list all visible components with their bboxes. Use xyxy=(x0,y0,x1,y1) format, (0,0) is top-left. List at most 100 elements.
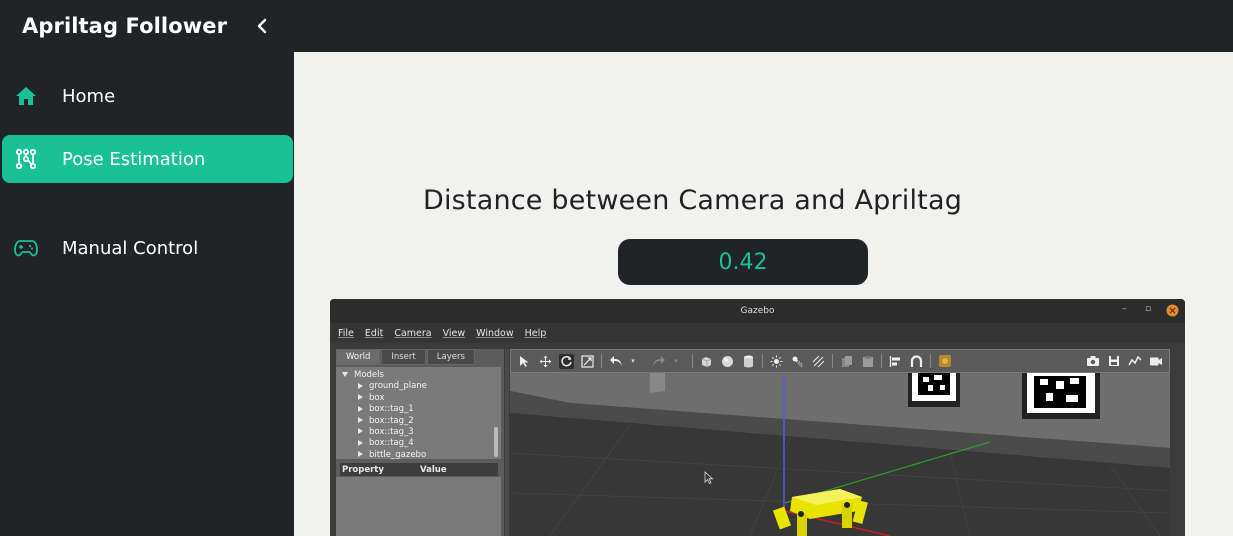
spot-light-icon[interactable] xyxy=(790,354,805,369)
toolbar-separator xyxy=(692,354,693,368)
undo-icon[interactable] xyxy=(608,354,623,369)
sidebar-header: Apriltag Follower xyxy=(0,0,294,52)
tree-item[interactable]: box xyxy=(342,393,501,404)
tree-item-label: box::tag_4 xyxy=(369,438,414,449)
maximize-icon: ▫ xyxy=(1145,304,1152,314)
top-bar xyxy=(294,0,1233,52)
gazebo-toolbar: ▾ ▾ xyxy=(510,349,1170,373)
sidebar: Apriltag Follower Home Pose Estimation M… xyxy=(0,0,294,536)
collapse-arrow-icon xyxy=(358,451,363,458)
sidebar-item-pose-estimation[interactable]: Pose Estimation xyxy=(2,135,293,183)
tab-layers[interactable]: Layers xyxy=(426,349,475,365)
collapse-arrow-icon xyxy=(358,405,363,412)
app-title: Apriltag Follower xyxy=(22,14,228,38)
sphere-shape-icon[interactable] xyxy=(720,354,735,369)
tree-item[interactable]: ground_plane xyxy=(342,381,501,392)
box-shape-icon[interactable] xyxy=(699,354,714,369)
tree-item-label: box::tag_1 xyxy=(369,404,414,415)
box-model xyxy=(650,373,665,393)
paste-icon[interactable] xyxy=(860,354,875,369)
tree-item[interactable]: box::tag_3 xyxy=(342,427,501,438)
menu-edit[interactable]: Edit xyxy=(365,328,383,339)
gazebo-window: Gazebo – ▫ File Edit Camera View Window … xyxy=(330,299,1185,536)
collapse-arrow-icon xyxy=(358,439,363,446)
toolbar-separator xyxy=(601,354,602,368)
collapse-sidebar-button[interactable] xyxy=(252,14,272,38)
gazebo-menubar: File Edit Camera View Window Help xyxy=(330,323,1185,343)
point-light-icon[interactable] xyxy=(769,354,784,369)
select-tool-icon[interactable] xyxy=(517,354,532,369)
collapse-arrow-icon xyxy=(358,417,363,424)
menu-file[interactable]: File xyxy=(338,328,354,339)
redo-dropdown-icon[interactable]: ▾ xyxy=(672,354,680,369)
tree-item-label: box::tag_3 xyxy=(369,426,414,437)
copy-icon[interactable] xyxy=(839,354,854,369)
tree-item[interactable]: box::tag_4 xyxy=(342,438,501,449)
tree-item-label: box::tag_2 xyxy=(369,415,414,426)
menu-window[interactable]: Window xyxy=(476,328,513,339)
model-tree: Models ground_plane box box::tag_1 box::… xyxy=(336,367,501,461)
collapse-arrow-icon xyxy=(358,394,363,401)
undo-dropdown-icon[interactable]: ▾ xyxy=(629,354,637,369)
close-icon xyxy=(1166,304,1179,317)
gazebo-tabs: World Insert Layers xyxy=(336,349,476,365)
property-column-header: Property xyxy=(342,464,384,475)
distance-value-display: 0.42 xyxy=(618,239,868,285)
value-column-header: Value xyxy=(420,464,447,475)
tree-item-label: box xyxy=(369,392,385,403)
translate-tool-icon[interactable] xyxy=(538,354,553,369)
log-icon[interactable] xyxy=(1106,354,1121,369)
gazebo-left-panel: World Insert Layers Models ground_plane … xyxy=(336,349,504,536)
screenshot-icon[interactable] xyxy=(1085,354,1100,369)
sidebar-item-label: Manual Control xyxy=(62,237,199,259)
gazebo-titlebar: Gazebo – ▫ xyxy=(330,299,1185,323)
apriltag-2 xyxy=(1022,373,1100,419)
property-table-body xyxy=(336,477,501,536)
video-record-icon[interactable] xyxy=(1148,354,1163,369)
panel-splitter[interactable] xyxy=(505,349,509,536)
tab-world[interactable]: World xyxy=(336,349,381,365)
expand-icon xyxy=(342,372,348,377)
tree-root-label: Models xyxy=(354,370,384,380)
apriltag-1 xyxy=(908,373,960,407)
gamepad-icon xyxy=(14,236,38,260)
toolbar-separator xyxy=(930,354,931,368)
tree-item[interactable]: box::tag_1 xyxy=(342,404,501,415)
sidebar-item-manual-control[interactable]: Manual Control xyxy=(2,224,293,272)
chevron-left-icon xyxy=(257,18,267,34)
tree-item[interactable]: bittle_gazebo xyxy=(342,450,501,461)
tree-scrollbar[interactable] xyxy=(494,427,498,457)
tree-item-label: ground_plane xyxy=(369,381,427,392)
right-panel-handle[interactable] xyxy=(1172,349,1185,536)
rotate-tool-icon[interactable] xyxy=(559,353,574,369)
snap-icon[interactable] xyxy=(909,354,924,369)
gazebo-viewport[interactable]: ▾ ▾ xyxy=(510,349,1170,536)
tree-item-label: bittle_gazebo xyxy=(369,449,427,460)
sidebar-item-label: Home xyxy=(62,85,116,107)
toolbar-separator xyxy=(762,354,763,368)
tab-insert[interactable]: Insert xyxy=(381,349,426,365)
sidebar-item-home[interactable]: Home xyxy=(2,72,293,120)
tree-item[interactable]: box::tag_2 xyxy=(342,416,501,427)
simulation-scene[interactable] xyxy=(510,373,1170,536)
toolbar-separator xyxy=(881,354,882,368)
scale-tool-icon[interactable] xyxy=(580,354,595,369)
tree-root-models[interactable]: Models xyxy=(342,370,501,381)
cylinder-shape-icon[interactable] xyxy=(741,354,756,369)
change-view-icon[interactable] xyxy=(937,354,952,369)
main-content: Distance between Camera and Apriltag 0.4… xyxy=(294,52,1233,536)
property-table-header: Property Value xyxy=(340,463,498,476)
home-icon xyxy=(14,84,38,108)
menu-camera[interactable]: Camera xyxy=(394,328,431,339)
redo-icon[interactable] xyxy=(651,354,666,369)
align-icon[interactable] xyxy=(888,354,903,369)
gazebo-window-title: Gazebo xyxy=(740,306,775,316)
minimize-icon: – xyxy=(1122,304,1127,314)
menu-help[interactable]: Help xyxy=(525,328,547,339)
plot-icon[interactable] xyxy=(1127,354,1142,369)
menu-view[interactable]: View xyxy=(443,328,466,339)
toolbar-separator xyxy=(832,354,833,368)
collapse-arrow-icon xyxy=(358,428,363,435)
directional-light-icon[interactable] xyxy=(811,354,826,369)
collapse-arrow-icon xyxy=(358,382,363,389)
